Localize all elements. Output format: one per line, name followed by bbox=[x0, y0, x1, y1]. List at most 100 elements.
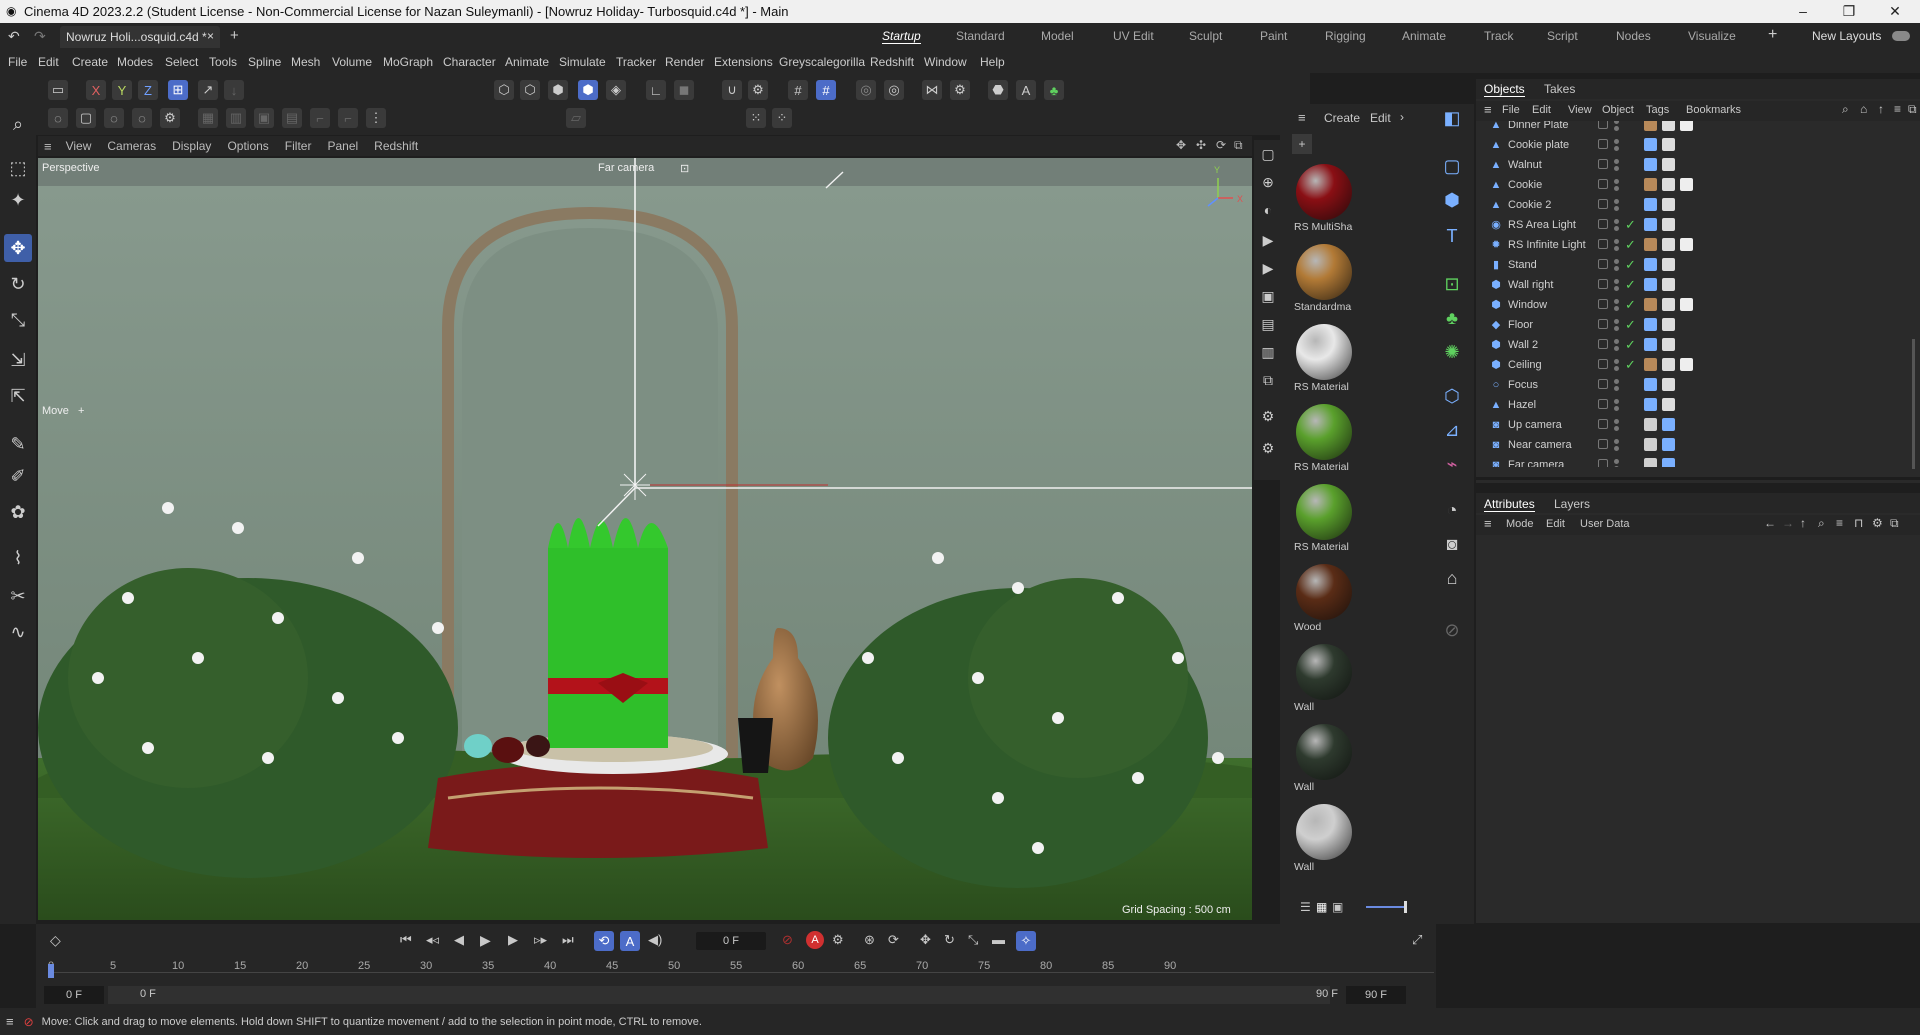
add-material-icon[interactable]: + bbox=[1292, 134, 1312, 154]
select-live-icon[interactable]: ◌ bbox=[48, 108, 68, 128]
enabled-check-icon[interactable]: ✓ bbox=[1625, 357, 1636, 373]
maximize-view-icon[interactable]: ⧉ bbox=[1234, 138, 1243, 153]
x-axis-lock-button[interactable]: X bbox=[86, 80, 106, 100]
list-view-icon[interactable]: ☰ bbox=[1300, 900, 1311, 914]
transfer-tool-icon[interactable]: ⇲ bbox=[4, 346, 32, 374]
viewport-menu-display[interactable]: Display bbox=[172, 139, 211, 153]
cloner-icon[interactable]: ♣ bbox=[1438, 304, 1466, 332]
redshift-settings-icon[interactable]: ⚙ bbox=[1254, 434, 1282, 462]
bridge-icon[interactable]: ▤ bbox=[282, 108, 302, 128]
object-tag-icon[interactable] bbox=[1662, 138, 1675, 151]
layout-standard[interactable]: Standard bbox=[956, 29, 1005, 43]
object-detach-icon[interactable]: ⧉ bbox=[1908, 102, 1917, 117]
axis-mode-icon[interactable]: ∟ bbox=[646, 80, 666, 100]
menu-extensions[interactable]: Extensions bbox=[714, 55, 773, 69]
timeline-ruler[interactable]: 051015202530354045505560657075808590 bbox=[36, 960, 1436, 980]
go-to-start-icon[interactable]: ⏮ bbox=[400, 932, 412, 948]
picture-viewer-icon[interactable]: ▣ bbox=[1254, 282, 1282, 310]
render-visibility-dot[interactable] bbox=[1614, 146, 1619, 151]
vegetation-icon[interactable]: ♣ bbox=[1044, 80, 1064, 100]
render-visibility-dot[interactable] bbox=[1614, 126, 1619, 131]
move-tool-icon[interactable]: ✥ bbox=[4, 234, 32, 262]
tab-attributes[interactable]: Attributes bbox=[1484, 497, 1535, 512]
object-row[interactable]: ▲ Cookie plate bbox=[1476, 135, 1920, 155]
editor-visibility-dot[interactable] bbox=[1614, 279, 1619, 284]
object-tag-icon[interactable] bbox=[1662, 278, 1675, 291]
viewport-menu-options[interactable]: Options bbox=[227, 139, 268, 153]
visibility-checkbox[interactable] bbox=[1598, 299, 1608, 309]
attributes-hamburger-icon[interactable]: ≡ bbox=[1484, 516, 1492, 531]
select-tool-icon[interactable]: ⬚ bbox=[4, 154, 32, 182]
edges-mode-icon[interactable]: ⬡ bbox=[520, 80, 540, 100]
orbit-view-icon[interactable]: ⟳ bbox=[1216, 138, 1226, 152]
object-row[interactable]: ⬢ Window ✓ bbox=[1476, 295, 1920, 315]
object-name[interactable]: Dinner Plate bbox=[1508, 121, 1569, 131]
object-tag-icon[interactable] bbox=[1680, 121, 1693, 131]
key-scale-icon[interactable]: ⤡ bbox=[968, 932, 978, 948]
object-name[interactable]: Stand bbox=[1508, 259, 1537, 271]
y-axis-lock-button[interactable]: Y bbox=[112, 80, 132, 100]
material-swatch[interactable]: RS Material bbox=[1294, 324, 1356, 393]
menu-tools[interactable]: Tools bbox=[209, 55, 237, 69]
model-mode-icon[interactable]: ⬢ bbox=[578, 80, 598, 100]
field-icon[interactable]: ⊿ bbox=[1438, 416, 1466, 444]
editor-visibility-dot[interactable] bbox=[1614, 359, 1619, 364]
editor-visibility-dot[interactable] bbox=[1614, 319, 1619, 324]
editor-visibility-dot[interactable] bbox=[1614, 439, 1619, 444]
material-menu-more-icon[interactable]: › bbox=[1400, 110, 1404, 124]
effector-icon[interactable]: ✺ bbox=[1438, 338, 1466, 366]
layout-track[interactable]: Track bbox=[1484, 29, 1514, 43]
object-tag-icon[interactable] bbox=[1644, 458, 1657, 467]
menu-help[interactable]: Help bbox=[980, 55, 1005, 69]
visibility-checkbox[interactable] bbox=[1598, 159, 1608, 169]
object-tag-icon[interactable] bbox=[1644, 358, 1657, 371]
object-row[interactable]: ▲ Dinner Plate bbox=[1476, 121, 1920, 135]
status-hamburger-icon[interactable]: ≡ bbox=[6, 1014, 14, 1029]
visibility-checkbox[interactable] bbox=[1598, 179, 1608, 189]
object-tag-icon[interactable] bbox=[1662, 258, 1675, 271]
menu-select[interactable]: Select bbox=[165, 55, 198, 69]
object-tag-icon[interactable] bbox=[1644, 238, 1657, 251]
layout-model[interactable]: Model bbox=[1041, 29, 1074, 43]
auto-keyframe-mode-icon[interactable]: A bbox=[620, 931, 640, 951]
enabled-check-icon[interactable]: ✓ bbox=[1625, 277, 1636, 293]
object-tag-icon[interactable] bbox=[1662, 158, 1675, 171]
object-tag-icon[interactable] bbox=[1662, 418, 1675, 431]
object-row[interactable]: ✹ RS Infinite Light ✓ bbox=[1476, 235, 1920, 255]
object-row[interactable]: ⬢ Wall 2 ✓ bbox=[1476, 335, 1920, 355]
object-tag-icon[interactable] bbox=[1662, 178, 1675, 191]
enabled-check-icon[interactable]: ✓ bbox=[1625, 337, 1636, 353]
autokey-icon[interactable]: A bbox=[806, 931, 824, 949]
visibility-checkbox[interactable] bbox=[1598, 319, 1608, 329]
editor-visibility-dot[interactable] bbox=[1614, 259, 1619, 264]
render-visibility-dot[interactable] bbox=[1614, 346, 1619, 351]
object-row[interactable]: ▲ Walnut bbox=[1476, 155, 1920, 175]
visibility-checkbox[interactable] bbox=[1598, 199, 1608, 209]
add-tab-icon[interactable]: + bbox=[230, 27, 239, 44]
tab-layers[interactable]: Layers bbox=[1554, 497, 1590, 511]
object-tag-icon[interactable] bbox=[1644, 418, 1657, 431]
document-tab[interactable]: Nowruz Holi...osquid.c4d * × bbox=[60, 26, 220, 48]
viewport-menu-redshift[interactable]: Redshift bbox=[374, 139, 418, 153]
render-visibility-dot[interactable] bbox=[1614, 286, 1619, 291]
redo-icon[interactable]: ↷ bbox=[34, 28, 46, 45]
snap-settings-icon[interactable]: ⚙ bbox=[748, 80, 768, 100]
active-camera-label[interactable]: Far camera bbox=[598, 162, 654, 174]
object-tag-icon[interactable] bbox=[1680, 178, 1693, 191]
paint-tool-icon[interactable]: ✿ bbox=[4, 498, 32, 526]
previous-frame-icon[interactable]: ◀ bbox=[454, 932, 464, 948]
object-menu-object[interactable]: Object bbox=[1602, 104, 1634, 116]
generator-icon[interactable]: ⊡ bbox=[1438, 270, 1466, 298]
attributes-detach-icon[interactable]: ⧉ bbox=[1890, 516, 1899, 531]
attributes-settings-icon[interactable]: ⚙ bbox=[1872, 516, 1883, 530]
object-up-icon[interactable]: ↑ bbox=[1878, 102, 1884, 116]
layout-paint[interactable]: Paint bbox=[1260, 29, 1287, 43]
record-icon[interactable]: ⊘ bbox=[782, 932, 793, 948]
key-rotate-icon[interactable]: ↻ bbox=[944, 932, 955, 948]
layout-script[interactable]: Script bbox=[1547, 29, 1578, 43]
object-row[interactable]: ○ Focus bbox=[1476, 375, 1920, 395]
visibility-checkbox[interactable] bbox=[1598, 359, 1608, 369]
timeline-expand-icon[interactable]: ⤢ bbox=[1412, 932, 1422, 948]
render-visibility-dot[interactable] bbox=[1614, 166, 1619, 171]
object-tag-icon[interactable] bbox=[1644, 338, 1657, 351]
